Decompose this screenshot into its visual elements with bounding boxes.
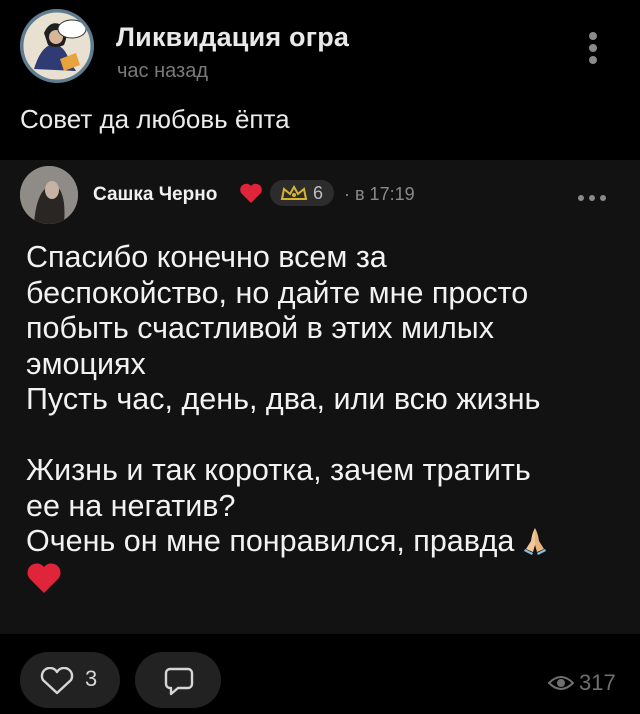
repost-text-line: ее на негатив? xyxy=(26,488,236,523)
repost-text-line: Жизнь и так коротка, зачем тратить xyxy=(26,453,531,487)
like-button[interactable]: 3 xyxy=(20,652,120,708)
views-count: 317 xyxy=(579,670,616,695)
post-time: час назад xyxy=(117,60,209,82)
level-badge[interactable]: 6 xyxy=(270,180,334,206)
more-horizontal-icon[interactable] xyxy=(578,188,614,201)
eye-icon xyxy=(548,676,574,690)
like-heart-icon xyxy=(40,667,74,695)
level-crown-icon xyxy=(280,185,308,200)
repost-text-line: эмоциях xyxy=(26,346,146,381)
repost-text-line: Спасибо конечно всем за xyxy=(26,240,387,274)
repost-card: Сашка Черно 6 · в 17:19 Спасибо конечно … xyxy=(0,160,640,634)
repost-author-avatar[interactable] xyxy=(20,166,78,224)
praying-hands-emoji xyxy=(524,528,547,555)
action-bar: 3 317 xyxy=(0,634,640,714)
like-count: 3 xyxy=(85,666,98,691)
more-vertical-icon[interactable] xyxy=(583,32,603,72)
repost-text-line: побыть счастливой в этих милых xyxy=(26,311,494,345)
post-caption: Совет да любовь ёпта xyxy=(20,104,290,134)
group-name[interactable]: Ликвидация огра xyxy=(116,22,349,53)
group-avatar[interactable] xyxy=(20,9,94,83)
repost-time: · в 17:19 xyxy=(344,184,415,204)
repost-text: Спасибо конечно всем за беспокойство, но… xyxy=(26,240,626,594)
post-header: Ликвидация огра час назад xyxy=(0,0,640,100)
comment-icon xyxy=(164,667,194,696)
repost-text-line: беспокойство, но дайте мне просто xyxy=(26,275,529,310)
level-number: 6 xyxy=(313,183,324,203)
repost-text-line-with-emoji: Очень он мне понравился, правда xyxy=(26,524,626,560)
heart-emoji xyxy=(27,562,61,593)
comment-button[interactable] xyxy=(135,652,221,708)
repost-text-line: Пусть час, день, два, или всю жизнь xyxy=(26,382,541,416)
repost-author-name[interactable]: Сашка Черно xyxy=(93,184,217,206)
heart-icon xyxy=(240,183,262,203)
repost-text-line: Очень он мне понравился, правда xyxy=(26,524,515,558)
